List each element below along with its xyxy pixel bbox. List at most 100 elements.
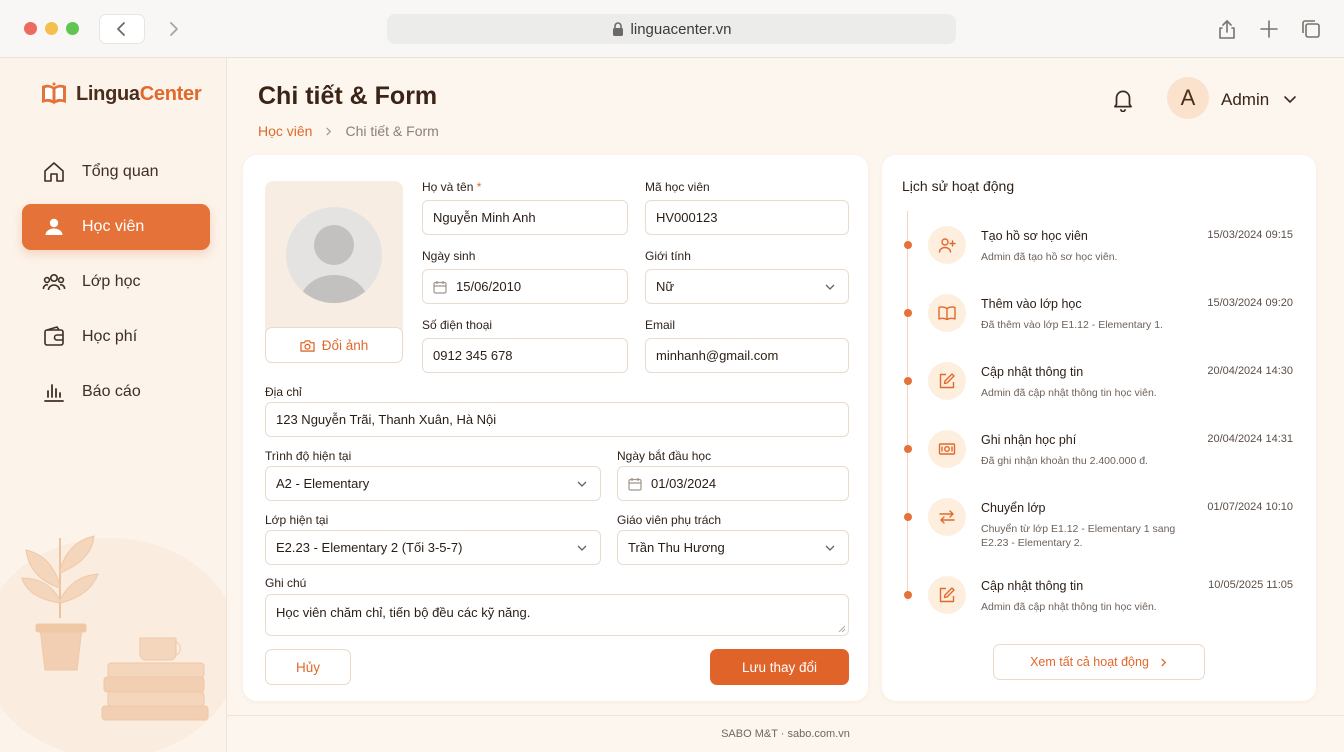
teacher-select[interactable]: Trần Thu Hương <box>617 530 849 565</box>
activity-desc: Chuyển từ lớp E1.12 - Elementary 1 sang … <box>981 523 1176 549</box>
address-input[interactable] <box>276 412 848 427</box>
sidebar-item-label: Lớp học <box>82 273 141 290</box>
level-select[interactable]: A2 - Elementary <box>265 466 601 501</box>
student-form-card: Đổi ảnh Họ và tên * Mã học viên Ngày sin… <box>243 155 868 701</box>
browser-toolbar: linguacenter.vn <box>0 0 1344 58</box>
breadcrumb: Học viên Chi tiết & Form <box>258 123 439 139</box>
activity-title: Lịch sử hoạt động <box>902 178 1015 194</box>
new-tab-icon[interactable] <box>1257 17 1281 41</box>
close-window-button[interactable] <box>24 22 37 35</box>
activity-desc: Đã thêm vào lớp E1.12 - Elementary 1. <box>981 319 1163 331</box>
email-input[interactable] <box>656 348 848 363</box>
activity-time: 20/04/2024 14:31 <box>1207 433 1293 445</box>
student-id-label: Mã học viên <box>645 180 710 194</box>
notes-label: Ghi chú <box>265 576 307 590</box>
page-title: Chi tiết & Form <box>258 82 438 110</box>
notes-value: Học viên chăm chỉ, tiến bộ đều các kỹ nă… <box>276 605 531 620</box>
breadcrumb-current: Chi tiết & Form <box>345 123 439 139</box>
calendar-icon <box>433 280 447 294</box>
activity-desc: Đã ghi nhận khoản thu 2.400.000 đ. <box>981 455 1148 467</box>
activity-item[interactable]: Tạo hồ sơ học viên 15/03/2024 09:15 Admi… <box>882 217 1316 277</box>
activity-item[interactable]: Ghi nhận học phí 20/04/2024 14:31 Đã ghi… <box>882 421 1316 481</box>
address-label: Địa chỉ <box>265 385 302 399</box>
tabs-overview-icon[interactable] <box>1299 17 1323 41</box>
user-silhouette-icon <box>300 225 368 303</box>
activity-time: 01/07/2024 10:10 <box>1207 501 1293 513</box>
lock-icon <box>612 22 623 36</box>
chevron-down-icon <box>577 545 587 551</box>
bell-icon[interactable] <box>1110 86 1136 112</box>
chevron-left-icon <box>117 22 125 36</box>
phone-field[interactable] <box>422 338 628 373</box>
activity-item[interactable]: Cập nhật thông tin 20/04/2024 14:30 Admi… <box>882 353 1316 413</box>
view-all-label: Xem tất cả hoạt động <box>1030 655 1149 669</box>
start-date-field[interactable]: 01/03/2024 <box>617 466 849 501</box>
email-label: Email <box>645 318 676 332</box>
change-photo-label: Đổi ảnh <box>321 337 369 353</box>
activity-title-text: Cập nhật thông tin <box>981 365 1084 379</box>
change-photo-button[interactable]: Đổi ảnh <box>265 327 403 363</box>
activity-item[interactable]: Chuyển lớp 01/07/2024 10:10 Chuyển từ lớ… <box>882 489 1316 549</box>
resize-handle-icon[interactable] <box>838 625 846 633</box>
class-select[interactable]: E2.23 - Elementary 2 (Tối 3-5-7) <box>265 530 601 565</box>
wallet-icon <box>44 326 64 346</box>
notes-textarea[interactable]: Học viên chăm chỉ, tiến bộ đều các kỹ nă… <box>265 594 849 636</box>
maximize-window-button[interactable] <box>66 22 79 35</box>
teacher-label: Giáo viên phụ trách <box>617 513 722 527</box>
phone-input[interactable] <box>433 348 627 363</box>
user-plus-icon <box>928 226 966 264</box>
book-open-icon <box>928 294 966 332</box>
sidebar-item-label: Báo cáo <box>82 383 141 400</box>
address-field[interactable] <box>265 402 849 437</box>
gender-label: Giới tính <box>645 249 691 263</box>
money-icon <box>928 430 966 468</box>
activity-desc: Admin đã tạo hồ sơ học viên. <box>981 251 1118 263</box>
view-all-activity-button[interactable]: Xem tất cả hoạt động <box>993 644 1205 680</box>
address-bar[interactable]: linguacenter.vn <box>387 14 956 44</box>
sidebar-item-students[interactable]: Học viên <box>22 204 210 250</box>
cancel-button[interactable]: Hủy <box>265 649 351 685</box>
book-logo-icon <box>42 82 66 104</box>
email-field[interactable] <box>645 338 849 373</box>
save-button[interactable]: Lưu thay đổi <box>710 649 849 685</box>
plant-books-illustration <box>0 535 226 752</box>
full-name-input[interactable] <box>433 210 627 225</box>
activity-item[interactable]: Cập nhật thông tin 10/05/2025 11:05 Admi… <box>882 567 1316 627</box>
timeline-dot <box>904 309 912 317</box>
student-id-input[interactable] <box>656 210 848 225</box>
sidebar-item-classes[interactable]: Lớp học <box>22 259 210 305</box>
birthday-label: Ngày sinh <box>422 249 476 263</box>
activity-time: 20/04/2024 14:30 <box>1207 365 1293 377</box>
activity-title-text: Tạo hồ sơ học viên <box>981 229 1088 243</box>
logo[interactable]: LinguaCenter <box>40 80 202 108</box>
breadcrumb-link-students[interactable]: Học viên <box>258 123 312 139</box>
gender-select[interactable]: Nữ <box>645 269 849 304</box>
sidebar: LinguaCenter Tổng quan Học viên Lớp học … <box>0 58 227 752</box>
activity-desc: Admin đã cập nhật thông tin học viên. <box>981 387 1157 399</box>
sidebar-item-reports[interactable]: Báo cáo <box>22 369 210 415</box>
phone-label: Số điện thoại <box>422 318 493 332</box>
activity-time: 15/03/2024 09:15 <box>1207 229 1293 241</box>
chevron-down-icon <box>577 481 587 487</box>
user-name[interactable]: Admin <box>1221 90 1269 110</box>
birthday-field[interactable]: 15/06/2010 <box>422 269 628 304</box>
share-icon[interactable] <box>1215 17 1239 41</box>
chevron-down-icon[interactable] <box>1282 91 1298 107</box>
activity-desc: Admin đã cập nhật thông tin học viên. <box>981 601 1157 613</box>
calendar-icon <box>628 477 642 491</box>
activity-item[interactable]: Thêm vào lớp học 15/03/2024 09:20 Đã thê… <box>882 285 1316 345</box>
back-button[interactable] <box>99 14 145 44</box>
sidebar-item-tuition[interactable]: Học phí <box>22 314 210 360</box>
chevron-right-icon <box>1161 657 1167 667</box>
logo-text: LinguaCenter <box>76 82 202 105</box>
avatar[interactable]: A <box>1167 77 1209 119</box>
student-id-field[interactable] <box>645 200 849 235</box>
activity-time: 10/05/2025 11:05 <box>1208 579 1293 591</box>
sidebar-item-overview[interactable]: Tổng quan <box>22 149 210 195</box>
start-date-value: 01/03/2024 <box>651 476 717 491</box>
minimize-window-button[interactable] <box>45 22 58 35</box>
photo-box <box>265 181 403 337</box>
activity-time: 15/03/2024 09:20 <box>1207 297 1293 309</box>
forward-button[interactable] <box>150 14 196 44</box>
full-name-field[interactable] <box>422 200 628 235</box>
